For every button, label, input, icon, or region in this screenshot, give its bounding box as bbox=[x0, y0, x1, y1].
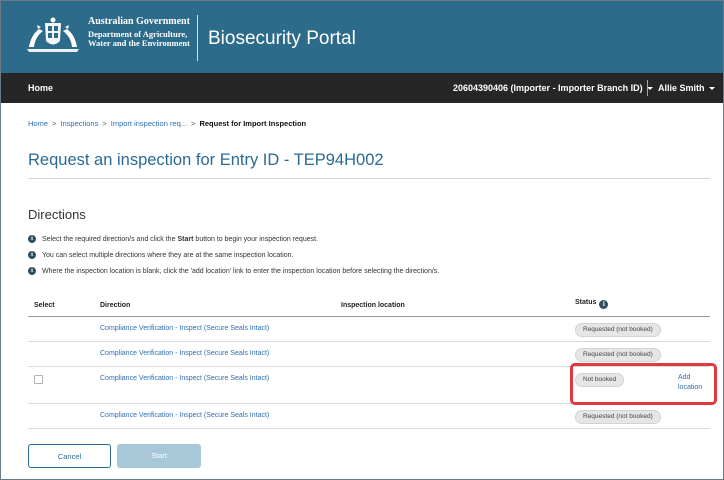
government-title: Australian Government bbox=[88, 16, 190, 27]
account-label: 20604390406 (Importer - Importer Branch … bbox=[453, 83, 643, 93]
info-icon: i bbox=[28, 251, 36, 259]
table-row: Compliance Verification - Inspect (Secur… bbox=[28, 317, 710, 342]
highlight-annotation bbox=[570, 363, 717, 405]
instruction-text: Where the inspection location is blank, … bbox=[42, 267, 440, 275]
instruction-item: i You can select multiple directions whe… bbox=[28, 247, 718, 263]
directions-table: Select Direction Inspection location Sta… bbox=[28, 294, 710, 429]
header-banner: Australian Government Department of Agri… bbox=[1, 1, 723, 73]
column-header-direction: Direction bbox=[100, 302, 131, 309]
table-header: Select Direction Inspection location Sta… bbox=[28, 294, 710, 317]
instruction-text-end: button to begin your inspection request. bbox=[195, 235, 319, 243]
info-icon: i bbox=[28, 235, 36, 243]
top-navigation: Home 20604390406 (Importer - Importer Br… bbox=[1, 73, 723, 103]
instruction-item: i Where the inspection location is blank… bbox=[28, 263, 718, 279]
row-select-checkbox[interactable] bbox=[34, 375, 43, 384]
department-line-2: Water and the Environment bbox=[88, 38, 190, 48]
breadcrumb-separator: > bbox=[191, 119, 196, 128]
chevron-down-icon bbox=[708, 87, 715, 91]
direction-link[interactable]: Compliance Verification - Inspect (Secur… bbox=[100, 412, 269, 419]
account-dropdown[interactable]: 20604390406 (Importer - Importer Branch … bbox=[453, 83, 653, 93]
table-row: Compliance Verification - Inspect (Secur… bbox=[28, 404, 710, 429]
user-name: Allie Smith bbox=[658, 83, 705, 93]
instruction-text: Select the required direction/s and clic… bbox=[42, 235, 176, 243]
column-header-status: Status i bbox=[575, 299, 609, 309]
breadcrumb-separator: > bbox=[52, 119, 57, 128]
status-badge: Requested (not booked) bbox=[575, 323, 661, 337]
column-header-select: Select bbox=[34, 302, 55, 309]
direction-link[interactable]: Compliance Verification - Inspect (Secur… bbox=[100, 375, 269, 382]
instruction-text: You can select multiple directions where… bbox=[42, 251, 294, 259]
directions-heading: Directions bbox=[28, 207, 86, 222]
breadcrumb-inspections[interactable]: Inspections bbox=[60, 119, 98, 128]
page-title: Request an inspection for Entry ID - TEP… bbox=[28, 151, 384, 169]
nav-separator bbox=[647, 80, 648, 96]
breadcrumb-current: Request for Import Inspection bbox=[199, 119, 307, 128]
breadcrumb-home[interactable]: Home bbox=[28, 119, 48, 128]
info-icon: i bbox=[28, 267, 36, 275]
header-divider bbox=[197, 15, 198, 61]
cancel-button[interactable]: Cancel bbox=[28, 444, 111, 468]
instruction-bold: Start bbox=[177, 235, 194, 243]
breadcrumb-import-inspection-requests[interactable]: Import inspection req... bbox=[111, 119, 187, 128]
app-window: Australian Government Department of Agri… bbox=[0, 0, 724, 480]
title-divider bbox=[28, 178, 710, 179]
portal-title: Biosecurity Portal bbox=[208, 28, 356, 49]
status-badge: Requested (not booked) bbox=[575, 410, 661, 424]
breadcrumb-separator: > bbox=[102, 119, 107, 128]
info-icon[interactable]: i bbox=[599, 300, 609, 309]
column-header-inspection-location: Inspection location bbox=[341, 302, 405, 309]
department-name: Department of Agriculture, Water and the… bbox=[88, 30, 190, 48]
user-menu-dropdown[interactable]: Allie Smith bbox=[658, 83, 715, 93]
nav-home-link[interactable]: Home bbox=[28, 83, 53, 93]
status-header-label: Status bbox=[575, 299, 597, 306]
directions-instructions: i Select the required direction/s and cl… bbox=[28, 231, 718, 279]
government-wordmark: Australian Government Department of Agri… bbox=[88, 17, 190, 48]
direction-link[interactable]: Compliance Verification - Inspect (Secur… bbox=[100, 350, 269, 357]
direction-link[interactable]: Compliance Verification - Inspect (Secur… bbox=[100, 325, 269, 332]
instruction-item: i Select the required direction/s and cl… bbox=[28, 231, 718, 247]
breadcrumb: Home > Inspections > Import inspection req..… bbox=[28, 119, 306, 128]
coat-of-arms-icon bbox=[27, 17, 79, 52]
status-badge: Requested (not booked) bbox=[575, 348, 661, 362]
start-button[interactable]: Start bbox=[117, 444, 201, 468]
